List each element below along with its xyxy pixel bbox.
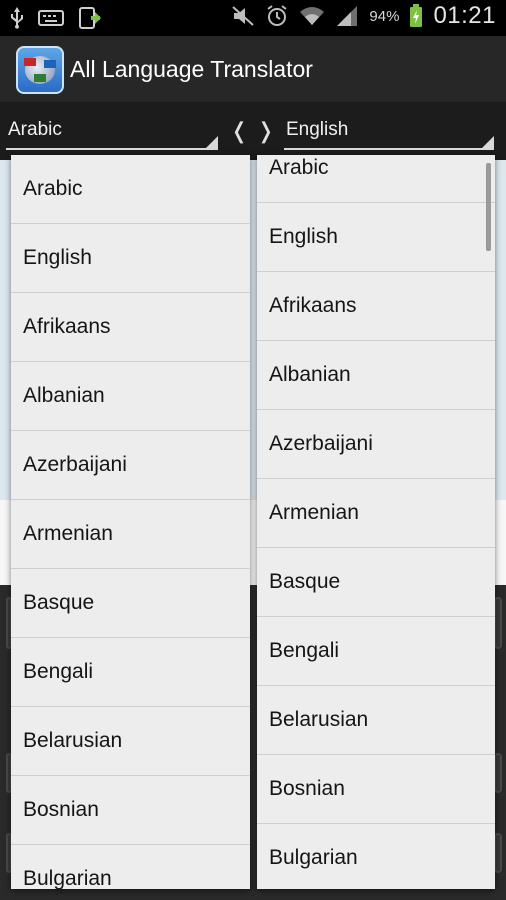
action-bar: All Language Translator (0, 36, 506, 102)
battery-charging-icon (409, 4, 423, 28)
list-item-label: Bosnian (269, 777, 345, 800)
list-item-label: Arabic (23, 177, 83, 200)
list-item[interactable]: Arabic (11, 155, 250, 224)
list-item[interactable]: Basque (11, 569, 250, 638)
list-item[interactable]: Armenian (257, 479, 495, 548)
list-item-label: Albanian (269, 363, 351, 386)
list-item-label: Albanian (23, 384, 105, 407)
chevron-left-icon: ❬ (230, 118, 257, 143)
dropdown-triangle-icon (206, 136, 218, 148)
translator-globe-icon[interactable] (16, 46, 64, 94)
list-item[interactable]: Belarusian (257, 686, 495, 755)
list-item[interactable]: English (257, 203, 495, 272)
status-bar: 94% 01:21 (0, 0, 506, 36)
list-item-label: Afrikaans (23, 315, 111, 338)
list-item-label: Belarusian (269, 708, 369, 731)
list-item[interactable]: Azerbaijani (11, 431, 250, 500)
swap-languages-button[interactable]: ❬❭ (230, 118, 280, 148)
language-selector-row: Arabic ❬❭ English (0, 102, 506, 160)
list-item[interactable]: Bosnian (257, 755, 495, 824)
list-item-label: Belarusian (23, 729, 123, 752)
list-item[interactable]: Bulgarian (11, 845, 250, 889)
list-item-label: Azerbaijani (269, 432, 373, 455)
list-item-label: English (269, 225, 338, 248)
list-item-label: Basque (23, 591, 95, 614)
list-item-label: Afrikaans (269, 294, 357, 317)
list-item[interactable]: Bengali (257, 617, 495, 686)
list-item[interactable]: Afrikaans (257, 272, 495, 341)
usb-icon (10, 7, 24, 29)
list-item-label: Armenian (269, 501, 359, 524)
battery-percent: 94% (369, 7, 400, 25)
list-item[interactable]: Afrikaans (11, 293, 250, 362)
source-language-spinner[interactable]: Arabic (6, 114, 218, 150)
source-language-list[interactable]: Arabic English Afrikaans Albanian Azerbaijan… (11, 155, 250, 889)
list-item[interactable]: Bulgarian (257, 824, 495, 889)
dropdown-triangle-icon (482, 136, 494, 148)
source-language-value: Arabic (8, 119, 62, 140)
list-item-label: Arabic (269, 156, 329, 179)
list-item-label: Bengali (23, 660, 94, 683)
keyboard-icon (38, 9, 64, 27)
list-item-label: Bulgarian (269, 846, 358, 869)
list-item[interactable]: Belarusian (11, 707, 250, 776)
list-item-label: Bengali (269, 639, 340, 662)
download-icon (78, 6, 102, 30)
alarm-icon (265, 4, 289, 28)
list-item-label: Armenian (23, 522, 113, 545)
signal-icon (335, 5, 359, 27)
list-item[interactable]: Bengali (11, 638, 250, 707)
target-language-spinner[interactable]: English (284, 114, 494, 150)
list-item[interactable]: Albanian (257, 341, 495, 410)
list-item[interactable]: Armenian (11, 500, 250, 569)
list-item[interactable]: Albanian (11, 362, 250, 431)
list-item[interactable]: Bosnian (11, 776, 250, 845)
list-item[interactable]: Arabic (257, 155, 495, 203)
list-item[interactable]: Basque (257, 548, 495, 617)
clock: 01:21 (433, 2, 496, 29)
list-item[interactable]: Azerbaijani (257, 410, 495, 479)
mute-icon (231, 5, 255, 27)
list-item-label: Bulgarian (23, 867, 112, 889)
scrollbar-thumb[interactable] (486, 163, 491, 251)
app-title: All Language Translator (70, 56, 313, 82)
list-item[interactable]: English (11, 224, 250, 293)
target-language-value: English (286, 119, 349, 140)
chevron-right-icon: ❭ (256, 118, 283, 143)
list-item-label: Bosnian (23, 798, 99, 821)
list-item-label: Basque (269, 570, 341, 593)
list-item-label: English (23, 246, 92, 269)
list-item-label: Azerbaijani (23, 453, 127, 476)
wifi-icon (299, 5, 325, 27)
target-language-list[interactable]: Arabic English Afrikaans Albanian Azerbaijan… (257, 155, 495, 889)
